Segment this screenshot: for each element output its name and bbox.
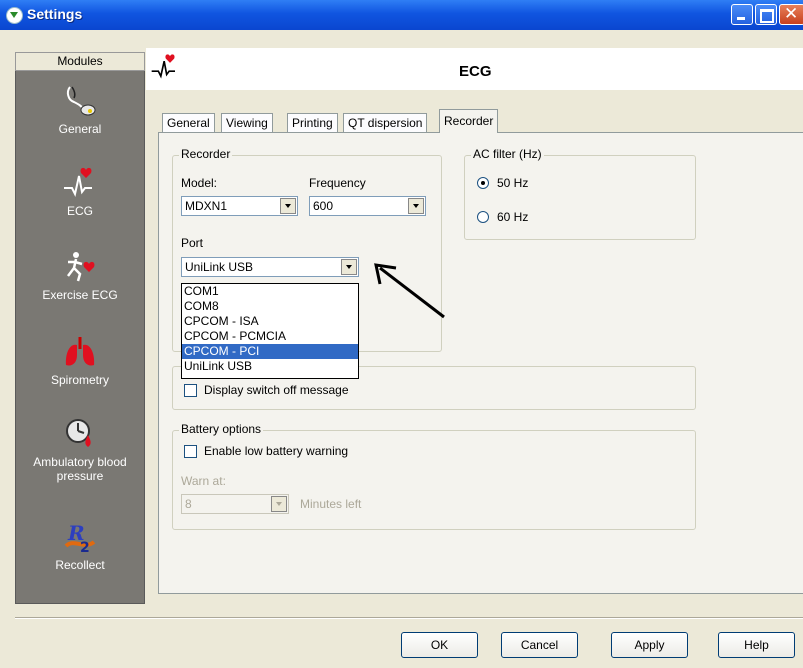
recorder-group-title: Recorder bbox=[179, 147, 233, 161]
modules-header: Modules bbox=[15, 52, 145, 71]
lungs-icon bbox=[65, 337, 95, 366]
display-switch-off-label[interactable]: Display switch off message bbox=[204, 383, 349, 397]
low-battery-warning-checkbox[interactable] bbox=[184, 445, 197, 458]
recollect-icon: R 2 bbox=[64, 521, 96, 554]
sidebar-item-label: Recollect bbox=[55, 558, 105, 572]
ac-filter-group-title: AC filter (Hz) bbox=[471, 147, 544, 161]
chevron-down-icon[interactable] bbox=[271, 496, 287, 512]
maximize-icon bbox=[760, 9, 774, 23]
chevron-down-icon[interactable] bbox=[280, 198, 296, 214]
minutes-left-label: Minutes left bbox=[300, 497, 362, 511]
port-label: Port bbox=[181, 236, 204, 250]
sidebar-item-exercise-ecg[interactable]: Exercise ECG bbox=[15, 250, 145, 302]
ac-filter-group bbox=[464, 155, 696, 240]
sidebar-item-ecg[interactable]: ECG bbox=[15, 166, 145, 218]
model-label: Model: bbox=[181, 176, 218, 190]
ac-50hz-label[interactable]: 50 Hz bbox=[497, 176, 528, 190]
tab-qt-dispersion[interactable]: QT dispersion bbox=[343, 113, 428, 132]
port-select[interactable]: UniLink USB bbox=[181, 257, 359, 277]
sidebar-item-label: Spirometry bbox=[50, 373, 109, 387]
model-select[interactable]: MDXN1 bbox=[181, 196, 298, 216]
apply-button[interactable]: Apply bbox=[611, 632, 688, 658]
warn-at-value: 8 bbox=[185, 497, 192, 511]
tab-viewing[interactable]: Viewing bbox=[221, 113, 273, 132]
warn-at-select[interactable]: 8 bbox=[181, 494, 289, 514]
chevron-down-icon[interactable] bbox=[341, 259, 357, 275]
port-option-cpcom-pcmcia[interactable]: CPCOM - PCMCIA bbox=[182, 329, 358, 344]
sidebar-item-label: Ambulatory blood bbox=[33, 455, 127, 469]
title-bar: Settings ✕ bbox=[0, 0, 803, 30]
clock-blood-drop-icon bbox=[66, 419, 91, 447]
battery-options-title: Battery options bbox=[179, 422, 264, 436]
help-button[interactable]: Help bbox=[718, 632, 795, 658]
frequency-select[interactable]: 600 bbox=[309, 196, 426, 216]
stethoscope-icon bbox=[66, 86, 96, 116]
port-option-cpcom-pci[interactable]: CPCOM - PCI bbox=[182, 344, 358, 359]
page-title: ECG bbox=[459, 63, 492, 80]
window-title: Settings bbox=[27, 6, 83, 22]
sidebar-item-label: ECG bbox=[66, 204, 93, 218]
cancel-button[interactable]: Cancel bbox=[501, 632, 578, 658]
chevron-down-icon[interactable] bbox=[408, 198, 424, 214]
ok-button[interactable]: OK bbox=[401, 632, 478, 658]
sidebar-item-ambulatory-blood-pressure[interactable]: Ambulatory blood pressure bbox=[15, 417, 145, 483]
tab-printing[interactable]: Printing bbox=[287, 113, 338, 132]
port-option-unilink-usb[interactable]: UniLink USB bbox=[182, 359, 358, 374]
port-option-com8[interactable]: COM8 bbox=[182, 299, 358, 314]
close-button[interactable]: ✕ bbox=[779, 4, 803, 25]
bottom-divider bbox=[15, 617, 803, 619]
warn-at-label: Warn at: bbox=[181, 474, 226, 488]
sidebar-item-label: pressure bbox=[56, 469, 104, 483]
port-option-com1[interactable]: COM1 bbox=[182, 284, 358, 299]
ac-50hz-radio[interactable] bbox=[477, 177, 489, 189]
minimize-button[interactable] bbox=[731, 4, 753, 25]
runner-heart-icon bbox=[67, 252, 95, 282]
annotation-arrow-icon bbox=[374, 263, 445, 319]
low-battery-warning-label[interactable]: Enable low battery warning bbox=[204, 444, 348, 458]
tab-general[interactable]: General bbox=[162, 113, 215, 132]
port-value: UniLink USB bbox=[185, 260, 254, 274]
frequency-label: Frequency bbox=[309, 176, 366, 190]
sidebar-item-recollect[interactable]: R 2 Recollect bbox=[15, 520, 145, 572]
minimize-icon bbox=[737, 17, 745, 20]
display-switch-off-checkbox[interactable] bbox=[184, 384, 197, 397]
model-value: MDXN1 bbox=[185, 199, 228, 213]
ecg-heart-icon bbox=[151, 54, 175, 79]
ecg-heart-icon bbox=[64, 167, 92, 197]
sidebar-item-general[interactable]: General bbox=[15, 84, 145, 136]
svg-text:2: 2 bbox=[80, 540, 90, 554]
ac-60hz-label[interactable]: 60 Hz bbox=[497, 210, 528, 224]
sidebar-item-spirometry[interactable]: Spirometry bbox=[15, 335, 145, 387]
ac-60hz-radio[interactable] bbox=[477, 211, 489, 223]
tab-recorder[interactable]: Recorder bbox=[439, 109, 499, 133]
frequency-value: 600 bbox=[313, 199, 334, 213]
close-icon: ✕ bbox=[784, 4, 799, 24]
maximize-button[interactable] bbox=[755, 4, 777, 25]
sidebar-item-label: Exercise ECG bbox=[42, 288, 118, 302]
port-dropdown-list: COM1 COM8 CPCOM - ISA CPCOM - PCMCIA CPC… bbox=[181, 283, 359, 379]
port-option-cpcom-isa[interactable]: CPCOM - ISA bbox=[182, 314, 358, 329]
sidebar-item-label: General bbox=[58, 122, 102, 136]
settings-app-icon bbox=[6, 7, 23, 24]
